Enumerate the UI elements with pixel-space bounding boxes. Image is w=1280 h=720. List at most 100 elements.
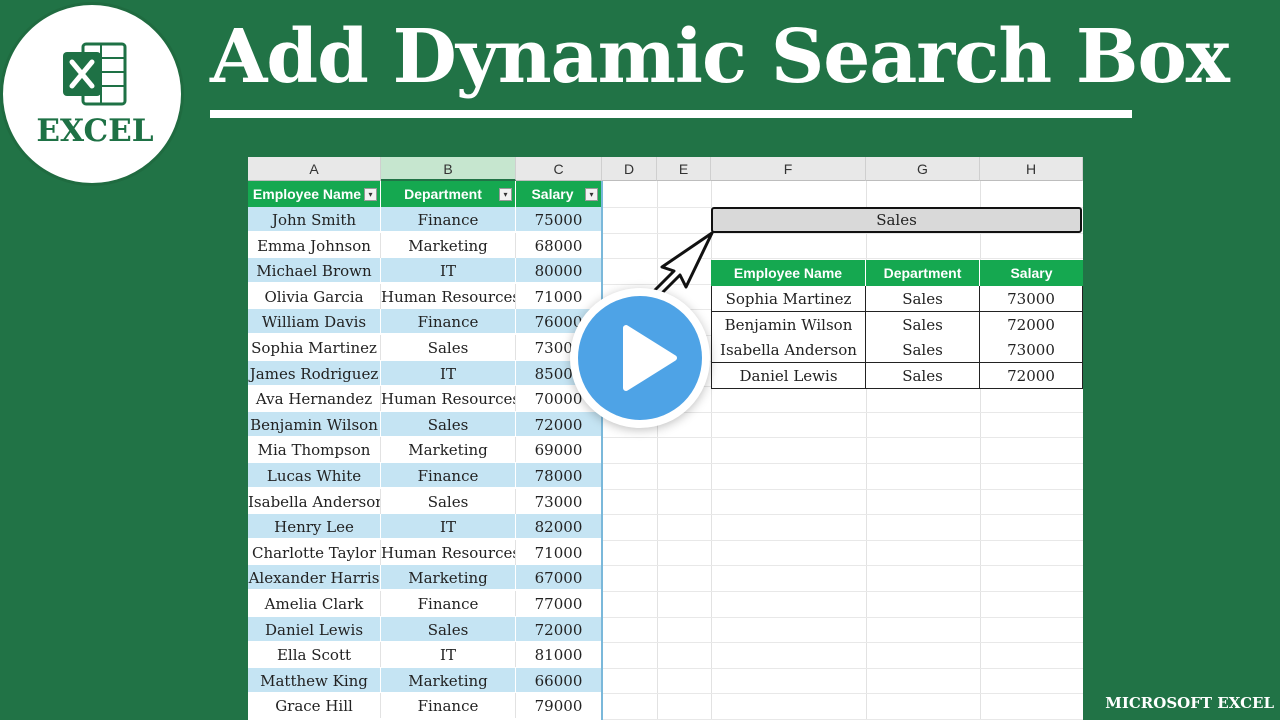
- cell-employee-name[interactable]: Mia Thompson: [248, 437, 381, 463]
- result-cell-department[interactable]: Sales: [866, 286, 980, 312]
- column-header-d[interactable]: D: [602, 157, 657, 181]
- cell-department[interactable]: IT: [381, 258, 516, 284]
- column-header-g[interactable]: G: [866, 157, 980, 181]
- column-header-c[interactable]: C: [516, 157, 602, 181]
- cell-salary[interactable]: 77000: [516, 591, 602, 616]
- cell-department[interactable]: IT: [381, 360, 516, 386]
- grid-line-horizontal: [602, 488, 1083, 490]
- page-title: Add Dynamic Search Box: [210, 14, 1230, 100]
- cell-employee-name[interactable]: William Davis: [248, 309, 381, 335]
- cell-department[interactable]: Human Resources: [381, 386, 516, 412]
- cell-salary[interactable]: 80000: [516, 258, 602, 284]
- cell-salary[interactable]: 72000: [516, 616, 602, 642]
- cell-employee-name[interactable]: Charlotte Taylor: [248, 539, 381, 565]
- result-cell-department[interactable]: Sales: [866, 311, 980, 338]
- cell-employee-name[interactable]: Lucas White: [248, 463, 381, 488]
- cell-employee-name[interactable]: Grace Hill: [248, 693, 381, 719]
- cell-department[interactable]: Human Resources: [381, 283, 516, 309]
- cell-salary[interactable]: 66000: [516, 667, 602, 693]
- cell-employee-name[interactable]: Henry Lee: [248, 514, 381, 540]
- cell-employee-name[interactable]: Benjamin Wilson: [248, 411, 381, 437]
- table-row: Alexander Harris Marketing 67000: [248, 565, 602, 591]
- table-row: John Smith Finance 75000: [248, 207, 602, 232]
- cell-employee-name[interactable]: Michael Brown: [248, 258, 381, 284]
- cell-employee-name[interactable]: Sophia Martinez: [248, 335, 381, 360]
- cell-salary[interactable]: 69000: [516, 437, 602, 463]
- cell-department[interactable]: Finance: [381, 463, 516, 488]
- cell-employee-name[interactable]: Daniel Lewis: [248, 616, 381, 642]
- cell-employee-name[interactable]: Alexander Harris: [248, 565, 381, 591]
- cell-salary[interactable]: 82000: [516, 514, 602, 540]
- cell-employee-name[interactable]: Ava Hernandez: [248, 386, 381, 412]
- result-row: Benjamin Wilson Sales 72000: [711, 311, 1083, 338]
- header-salary[interactable]: Salary ▾: [516, 181, 602, 207]
- title-underline: [210, 110, 1132, 118]
- column-header-b[interactable]: B: [381, 157, 516, 181]
- result-cell-salary[interactable]: 73000: [980, 337, 1083, 364]
- column-header-h[interactable]: H: [980, 157, 1083, 181]
- grid-line-horizontal: [602, 667, 1083, 669]
- result-cell-salary[interactable]: 72000: [980, 362, 1083, 389]
- cell-department[interactable]: Human Resources: [381, 539, 516, 565]
- cell-salary[interactable]: 71000: [516, 539, 602, 565]
- header-employee-name[interactable]: Employee Name ▾: [248, 181, 381, 207]
- cell-salary[interactable]: 81000: [516, 642, 602, 668]
- column-header-e[interactable]: E: [657, 157, 711, 181]
- cell-employee-name[interactable]: Amelia Clark: [248, 591, 381, 616]
- filter-dropdown-icon[interactable]: ▾: [585, 188, 598, 201]
- cell-salary[interactable]: 75000: [516, 207, 602, 232]
- header-department[interactable]: Department ▾: [381, 181, 516, 207]
- column-headers: A B C D E F G H: [248, 157, 1083, 181]
- cell-employee-name[interactable]: Matthew King: [248, 667, 381, 693]
- play-button[interactable]: [570, 288, 710, 428]
- result-cell-employee-name[interactable]: Isabella Anderson: [711, 337, 866, 364]
- cell-employee-name[interactable]: Isabella Anderson: [248, 488, 381, 514]
- cell-employee-name[interactable]: James Rodriguez: [248, 360, 381, 386]
- filter-dropdown-icon[interactable]: ▾: [364, 188, 377, 201]
- cell-department[interactable]: Marketing: [381, 565, 516, 591]
- header-department-label: Department: [404, 186, 482, 202]
- cell-salary[interactable]: 68000: [516, 232, 602, 258]
- cell-department[interactable]: IT: [381, 642, 516, 668]
- cell-department[interactable]: Finance: [381, 693, 516, 719]
- table-row: Mia Thompson Marketing 69000: [248, 437, 602, 463]
- footer-label: MICROSOFT EXCEL: [1105, 694, 1274, 712]
- cell-department[interactable]: Sales: [381, 411, 516, 437]
- result-cell-department[interactable]: Sales: [866, 362, 980, 389]
- result-cell-salary[interactable]: 72000: [980, 311, 1083, 338]
- result-cell-employee-name[interactable]: Benjamin Wilson: [711, 311, 866, 338]
- result-cell-employee-name[interactable]: Sophia Martinez: [711, 286, 866, 312]
- result-cell-employee-name[interactable]: Daniel Lewis: [711, 362, 866, 389]
- cell-salary[interactable]: 78000: [516, 463, 602, 488]
- result-row: Isabella Anderson Sales 73000: [711, 337, 1083, 364]
- result-cell-department[interactable]: Sales: [866, 337, 980, 364]
- cell-department[interactable]: Marketing: [381, 667, 516, 693]
- cell-department[interactable]: Sales: [381, 335, 516, 360]
- table-row: Michael Brown IT 80000: [248, 258, 602, 284]
- cell-department[interactable]: Sales: [381, 488, 516, 514]
- cell-employee-name[interactable]: Ella Scott: [248, 642, 381, 668]
- table-row: William Davis Finance 76000: [248, 309, 602, 335]
- table-row: Matthew King Marketing 66000: [248, 667, 602, 693]
- cell-salary[interactable]: 67000: [516, 565, 602, 591]
- cell-employee-name[interactable]: John Smith: [248, 207, 381, 232]
- table-row: Charlotte Taylor Human Resources 71000: [248, 539, 602, 565]
- cell-department[interactable]: Finance: [381, 207, 516, 232]
- cell-employee-name[interactable]: Emma Johnson: [248, 232, 381, 258]
- cell-department[interactable]: Marketing: [381, 232, 516, 258]
- cell-department[interactable]: Sales: [381, 616, 516, 642]
- cell-salary[interactable]: 79000: [516, 693, 602, 719]
- cell-department[interactable]: Marketing: [381, 437, 516, 463]
- cell-employee-name[interactable]: Olivia Garcia: [248, 283, 381, 309]
- cell-salary[interactable]: 73000: [516, 488, 602, 514]
- cell-department[interactable]: IT: [381, 514, 516, 540]
- filter-dropdown-icon[interactable]: ▾: [499, 188, 512, 201]
- column-header-f[interactable]: F: [711, 157, 866, 181]
- cell-department[interactable]: Finance: [381, 591, 516, 616]
- search-input[interactable]: Sales: [711, 207, 1082, 233]
- column-header-a[interactable]: A: [248, 157, 381, 181]
- cell-department[interactable]: Finance: [381, 309, 516, 335]
- grid-line-horizontal: [602, 539, 1083, 541]
- grid-line-horizontal: [602, 642, 1083, 644]
- result-cell-salary[interactable]: 73000: [980, 286, 1083, 312]
